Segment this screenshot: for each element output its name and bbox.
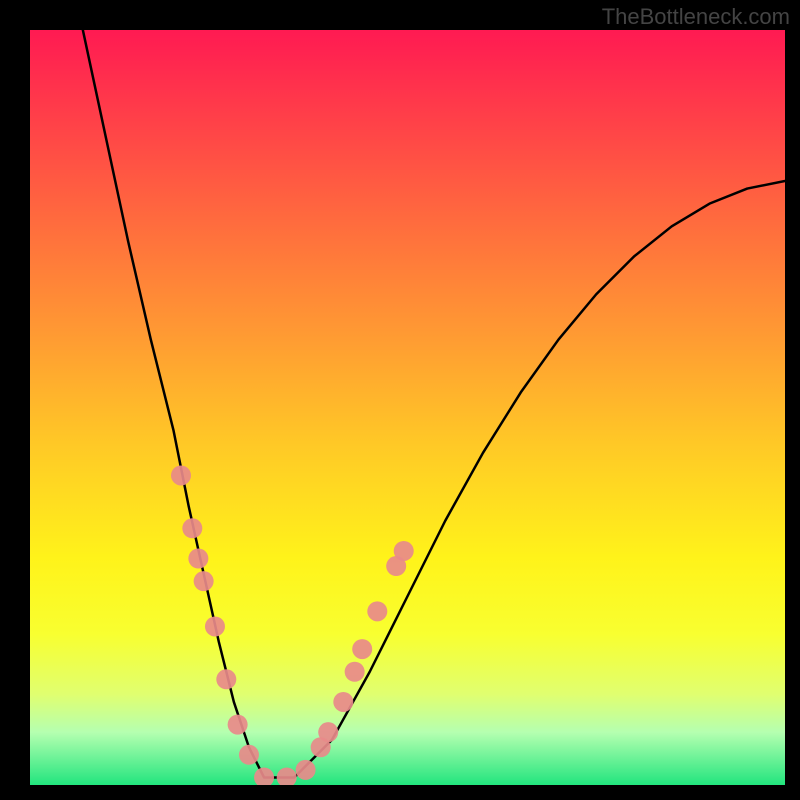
curve-marker [239, 745, 259, 765]
curve-marker [318, 722, 338, 742]
curve-marker [228, 715, 248, 735]
curve-marker [188, 549, 208, 569]
chart-container: TheBottleneck.com [0, 0, 800, 800]
curve-markers [171, 465, 414, 785]
curve-marker [216, 669, 236, 689]
curve-marker [333, 692, 353, 712]
curve-layer [30, 30, 785, 785]
attribution-label: TheBottleneck.com [602, 4, 790, 30]
curve-marker [296, 760, 316, 780]
curve-marker [194, 571, 214, 591]
curve-marker [254, 767, 274, 785]
curve-marker [171, 465, 191, 485]
curve-marker [205, 616, 225, 636]
bottleneck-curve [83, 30, 785, 777]
curve-marker [345, 662, 365, 682]
curve-marker [182, 518, 202, 538]
curve-marker [277, 767, 297, 785]
curve-marker [367, 601, 387, 621]
plot-area [30, 30, 785, 785]
curve-marker [394, 541, 414, 561]
curve-marker [352, 639, 372, 659]
